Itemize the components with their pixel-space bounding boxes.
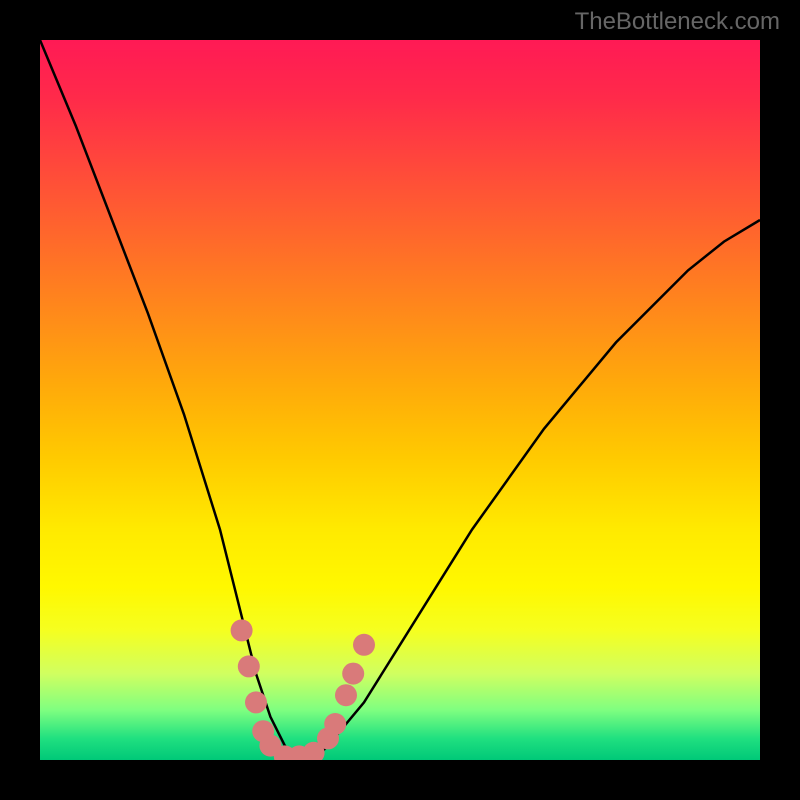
marker-dot — [335, 684, 357, 706]
marker-dot — [231, 619, 253, 641]
marker-dot — [324, 713, 346, 735]
highlight-markers — [231, 619, 375, 760]
bottleneck-curve — [40, 40, 760, 760]
watermark-text: TheBottleneck.com — [575, 8, 780, 36]
marker-dot — [238, 655, 260, 677]
plot-background — [40, 40, 760, 760]
chart-svg — [40, 40, 760, 760]
marker-dot — [353, 634, 375, 656]
marker-dot — [342, 663, 364, 685]
marker-dot — [245, 691, 267, 713]
